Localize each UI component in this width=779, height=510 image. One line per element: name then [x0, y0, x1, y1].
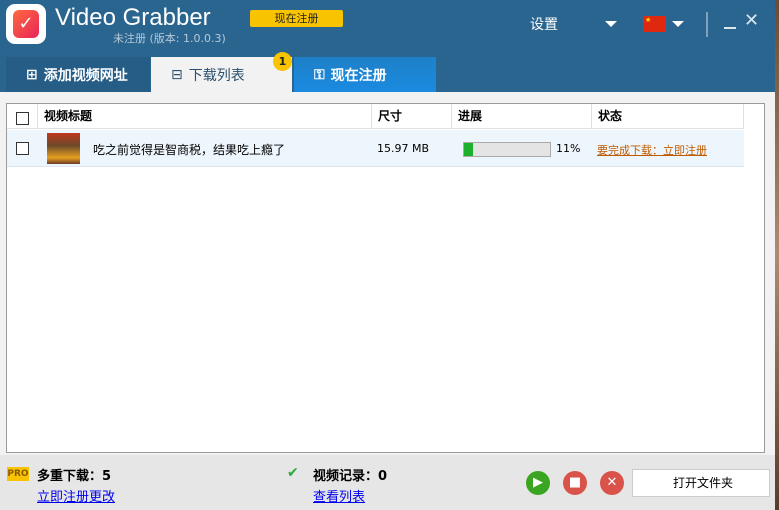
app-title: Video Grabber [55, 4, 211, 31]
check-circle-icon: ✔ [287, 465, 299, 481]
app-logo: ✓ [6, 4, 46, 44]
col-status[interactable]: 状态 [592, 104, 744, 128]
minimize-button[interactable] [724, 27, 736, 29]
register-status-link[interactable]: 要完成下载：立即注册 [597, 142, 707, 158]
key-icon: ⚿ [314, 66, 325, 83]
download-count-badge: 1 [273, 52, 292, 71]
table-header: 视频标题 尺寸 进展 状态 [7, 104, 744, 129]
tab-add-url[interactable]: ⊞ 添加视频网址 [6, 57, 150, 92]
view-list-link[interactable]: 查看列表 [313, 486, 365, 505]
start-button[interactable]: ▶ [526, 471, 550, 495]
video-add-icon: ⊞ [26, 66, 38, 83]
video-download-icon: ⊟ [171, 66, 183, 83]
video-title: 吃之前觉得是智商税，结果吃上瘾了 [93, 143, 286, 157]
col-size[interactable]: 尺寸 [372, 104, 452, 128]
register-now-button[interactable]: 现在注册 [250, 10, 343, 27]
settings-menu[interactable]: 设置 [530, 14, 558, 34]
tab-label: 添加视频网址 [43, 67, 128, 84]
footer: PRO 多重下载：5 立即注册更改 ✔ 视频记录：0 查看列表 ▶ ■ ✕ 打开… [0, 455, 775, 510]
download-table: 视频标题 尺寸 进展 状态 吃之前觉得是智商税，结果吃上瘾了 15.97 MB … [6, 103, 765, 453]
cancel-button[interactable]: ✕ [600, 471, 624, 495]
desktop-background [775, 0, 779, 510]
multi-download-label: 多重下载：5 [37, 469, 112, 484]
table-row[interactable]: 吃之前觉得是智商税，结果吃上瘾了 15.97 MB 11% 要完成下载：立即注册 [7, 130, 744, 167]
tab-register[interactable]: ⚿ 现在注册 [294, 57, 436, 92]
app-window: ✓ Video Grabber 现在注册 未注册 (版本: 1.0.0.3) 设… [0, 0, 775, 510]
progress-fill [464, 143, 474, 156]
stop-button[interactable]: ■ [563, 471, 587, 495]
settings-dropdown-icon[interactable] [605, 21, 617, 27]
col-title[interactable]: 视频标题 [38, 104, 372, 128]
open-folder-button[interactable]: 打开文件夹 [632, 469, 770, 497]
video-thumbnail [47, 133, 80, 164]
row-checkbox[interactable] [16, 142, 29, 155]
register-change-link[interactable]: 立即注册更改 [37, 486, 115, 505]
divider [706, 12, 708, 37]
china-flag-icon[interactable]: ★ [643, 16, 666, 32]
progress-label: 11% [556, 142, 581, 155]
tab-label: 下载列表 [188, 67, 245, 84]
open-folder-label: 打开文件夹 [673, 476, 734, 490]
tab-download-list[interactable]: ⊟ 下载列表 [151, 57, 292, 92]
select-all-checkbox[interactable] [16, 112, 29, 125]
history-label: 视频记录：0 [313, 469, 388, 484]
language-dropdown-icon[interactable] [672, 21, 684, 27]
video-size: 15.97 MB [377, 142, 430, 155]
col-progress[interactable]: 进展 [452, 104, 592, 128]
tab-label: 现在注册 [330, 67, 387, 84]
progress-bar [463, 142, 551, 157]
close-button[interactable]: ✕ [744, 10, 759, 31]
version-label: 未注册 (版本: 1.0.0.3) [113, 32, 226, 45]
pro-badge: PRO [7, 467, 29, 481]
content-area: 视频标题 尺寸 进展 状态 吃之前觉得是智商税，结果吃上瘾了 15.97 MB … [0, 92, 775, 455]
